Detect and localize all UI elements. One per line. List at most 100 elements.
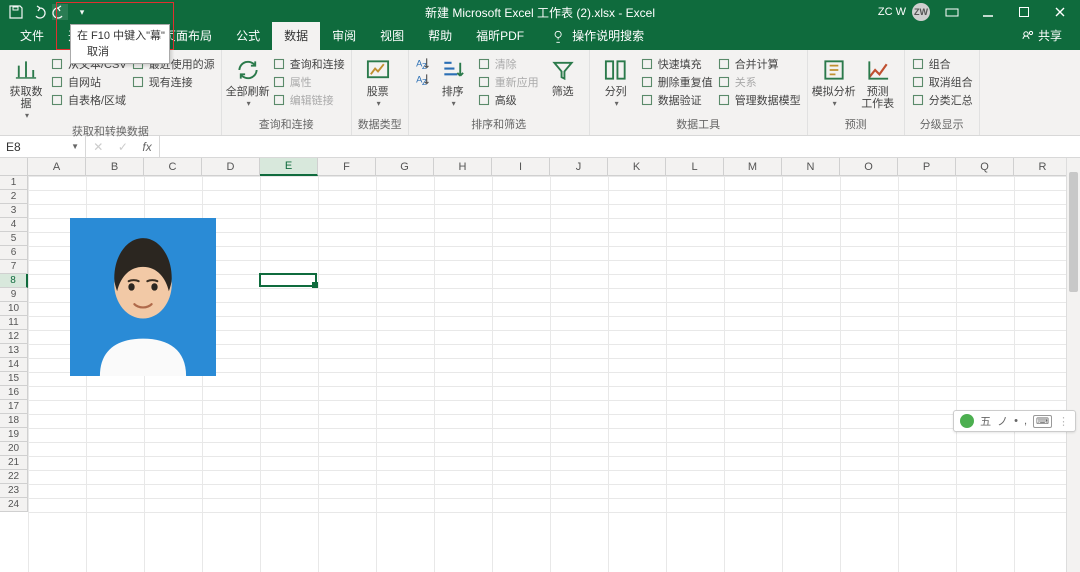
row-header[interactable]: 3 <box>0 204 28 218</box>
row-header[interactable]: 8 <box>0 274 28 288</box>
spreadsheet-grid[interactable]: ABCDEFGHIJKLMNOPQR 123456789101112131415… <box>0 158 1080 572</box>
share-button[interactable]: 共享 <box>1004 22 1080 50</box>
relations-button[interactable]: 关系 <box>717 74 801 90</box>
row-header[interactable]: 20 <box>0 442 28 456</box>
tab-福昕PDF[interactable]: 福昕PDF <box>464 22 536 50</box>
row-header[interactable]: 19 <box>0 428 28 442</box>
row-header[interactable]: 11 <box>0 316 28 330</box>
scrollbar-thumb[interactable] <box>1069 172 1078 292</box>
ungroup-button[interactable]: 取消组合 <box>911 74 973 90</box>
column-header[interactable]: P <box>898 158 956 176</box>
save-icon[interactable] <box>8 4 24 20</box>
tell-me-search[interactable]: 操作说明搜索 <box>570 22 656 50</box>
name-box[interactable]: E8 ▼ <box>0 136 86 157</box>
column-header[interactable]: I <box>492 158 550 176</box>
column-header[interactable]: G <box>376 158 434 176</box>
column-header[interactable]: D <box>202 158 260 176</box>
column-header[interactable]: N <box>782 158 840 176</box>
row-header[interactable]: 24 <box>0 498 28 512</box>
advanced-button[interactable]: 高级 <box>477 92 539 108</box>
column-header[interactable]: O <box>840 158 898 176</box>
text-to-cols-button[interactable]: 分列 <box>596 54 636 109</box>
column-header[interactable]: A <box>28 158 86 176</box>
flash-button[interactable]: 快速填充 <box>640 56 713 72</box>
active-cell[interactable] <box>259 273 317 287</box>
column-header[interactable]: C <box>144 158 202 176</box>
column-header[interactable]: B <box>86 158 144 176</box>
forecast-button[interactable]: 预测工作表 <box>858 54 898 110</box>
column-header[interactable]: L <box>666 158 724 176</box>
close-icon[interactable] <box>1046 2 1074 22</box>
undo-icon[interactable] <box>30 4 46 20</box>
row-header[interactable]: 4 <box>0 218 28 232</box>
row-header[interactable]: 17 <box>0 400 28 414</box>
row-header[interactable]: 12 <box>0 330 28 344</box>
vertical-scrollbar[interactable] <box>1066 158 1080 572</box>
filter-button[interactable]: 筛选 <box>543 54 583 98</box>
minimize-icon[interactable] <box>974 2 1002 22</box>
row-header[interactable]: 10 <box>0 302 28 316</box>
tab-file[interactable]: 文件 <box>8 22 56 50</box>
row-header[interactable]: 13 <box>0 344 28 358</box>
ribbon-display-icon[interactable] <box>938 2 966 22</box>
tab-审阅[interactable]: 审阅 <box>320 22 368 50</box>
sort-asc-button[interactable]: AZ <box>415 56 429 70</box>
stocks-button[interactable]: 股票 <box>358 54 398 109</box>
column-header[interactable]: H <box>434 158 492 176</box>
tab-帮助[interactable]: 帮助 <box>416 22 464 50</box>
fx-icon[interactable]: fx <box>142 140 151 154</box>
props-button[interactable]: 属性 <box>272 74 345 90</box>
row-header[interactable]: 16 <box>0 386 28 400</box>
connection-button[interactable]: 现有连接 <box>131 74 215 90</box>
row-header[interactable]: 23 <box>0 484 28 498</box>
select-all-corner[interactable] <box>0 158 28 176</box>
ime-item[interactable]: ノ <box>997 413 1008 429</box>
dedup-button[interactable]: 删除重复值 <box>640 74 713 90</box>
ime-item[interactable]: • <box>1014 415 1018 427</box>
row-header[interactable]: 1 <box>0 176 28 190</box>
column-header[interactable]: F <box>318 158 376 176</box>
account-chip[interactable]: ZC W ZW <box>878 3 930 21</box>
get-data-button[interactable]: 获取数据 <box>6 54 46 121</box>
row-header[interactable]: 18 <box>0 414 28 428</box>
ime-more-icon[interactable]: ⋮ <box>1058 415 1069 428</box>
row-header[interactable]: 7 <box>0 260 28 274</box>
table-range-button[interactable]: 自表格/区域 <box>50 92 127 108</box>
row-header[interactable]: 6 <box>0 246 28 260</box>
row-header[interactable]: 5 <box>0 232 28 246</box>
row-header[interactable]: 21 <box>0 456 28 470</box>
refresh-button[interactable]: 全部刷新 <box>228 54 268 109</box>
row-header[interactable]: 22 <box>0 470 28 484</box>
tab-数据[interactable]: 数据 <box>272 22 320 50</box>
validate-button[interactable]: 数据验证 <box>640 92 713 108</box>
reapply-button[interactable]: 重新应用 <box>477 74 539 90</box>
whatif-button[interactable]: 模拟分析 <box>814 54 854 109</box>
redo-icon[interactable] <box>52 4 68 20</box>
row-header[interactable]: 2 <box>0 190 28 204</box>
embedded-image[interactable] <box>70 218 216 376</box>
column-header[interactable]: M <box>724 158 782 176</box>
column-header[interactable]: E <box>260 158 318 176</box>
sort-button[interactable]: 排序 <box>433 54 473 109</box>
clear-button[interactable]: 清除 <box>477 56 539 72</box>
subtotal-button[interactable]: 分类汇总 <box>911 92 973 108</box>
formula-input[interactable] <box>160 136 1080 157</box>
row-header[interactable]: 14 <box>0 358 28 372</box>
tab-视图[interactable]: 视图 <box>368 22 416 50</box>
ime-toolbar[interactable]: 五 ノ • , ⌨ ⋮ <box>953 410 1076 432</box>
tab-公式[interactable]: 公式 <box>224 22 272 50</box>
column-header[interactable]: R <box>1014 158 1072 176</box>
cells-area[interactable] <box>28 176 1080 572</box>
sort-desc-button[interactable]: AZ <box>415 72 429 86</box>
column-header[interactable]: Q <box>956 158 1014 176</box>
ime-item[interactable]: , <box>1024 415 1027 427</box>
web-button[interactable]: 自网站 <box>50 74 127 90</box>
query-button[interactable]: 查询和连接 <box>272 56 345 72</box>
row-header[interactable]: 9 <box>0 288 28 302</box>
links-button[interactable]: 编辑链接 <box>272 92 345 108</box>
row-header[interactable]: 15 <box>0 372 28 386</box>
model-button[interactable]: 管理数据模型 <box>717 92 801 108</box>
column-header[interactable]: K <box>608 158 666 176</box>
qat-customize-icon[interactable]: ▾ <box>74 4 90 20</box>
ime-keyboard-icon[interactable]: ⌨ <box>1033 415 1052 428</box>
